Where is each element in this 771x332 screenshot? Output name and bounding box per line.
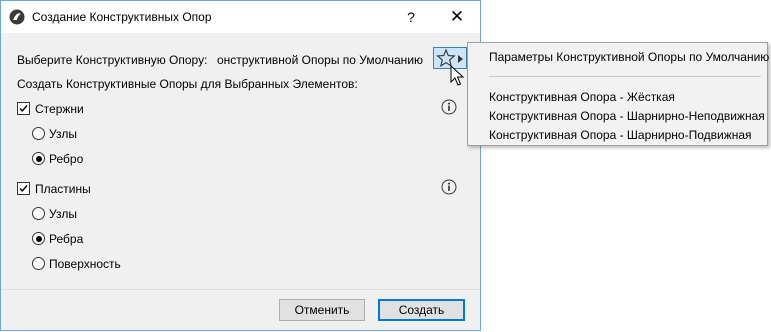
- checkmark-icon: [19, 185, 28, 193]
- support-label: Выберите Конструктивную Опору:: [17, 53, 208, 67]
- app-logo-icon: [9, 9, 25, 25]
- menu-item-pinned[interactable]: Конструктивная Опора - Шарнирно-Неподвиж…: [489, 109, 765, 123]
- plates-edges-radio[interactable]: [32, 232, 45, 245]
- window-title: Создание Конструктивных Опор: [32, 10, 212, 24]
- create-supports-dialog: Создание Конструктивных Опор ? ✕ Выберит…: [0, 0, 481, 331]
- plates-surface-label: Поверхность: [49, 257, 121, 271]
- rods-nodes-radio[interactable]: [32, 127, 45, 140]
- close-button[interactable]: ✕: [445, 6, 469, 28]
- rods-edge-label: Ребро: [49, 152, 84, 166]
- chevron-right-icon: [458, 55, 463, 63]
- info-icon[interactable]: [441, 179, 457, 195]
- create-button[interactable]: Создать: [378, 299, 465, 321]
- menu-separator: [489, 76, 761, 77]
- support-type-menu: Параметры Конструктивной Опоры по Умолча…: [467, 42, 769, 146]
- plates-label: Пластины: [35, 182, 91, 196]
- plates-nodes-radio[interactable]: [32, 207, 45, 220]
- title-bar: Создание Конструктивных Опор ? ✕: [1, 1, 480, 33]
- rods-nodes-label: Узлы: [49, 127, 77, 141]
- help-button[interactable]: ?: [401, 7, 421, 27]
- checkmark-icon: [19, 105, 28, 113]
- plates-surface-radio[interactable]: [32, 257, 45, 270]
- menu-item-roller[interactable]: Конструктивная Опора - Шарнирно-Подвижна…: [489, 128, 752, 142]
- footer-divider: [1, 289, 480, 290]
- menu-item-rigid[interactable]: Конструктивная Опора - Жёсткая: [489, 90, 675, 104]
- rods-checkbox[interactable]: [17, 102, 30, 115]
- cancel-button[interactable]: Отменить: [279, 299, 365, 321]
- info-icon[interactable]: [441, 99, 457, 115]
- menu-item-default-params[interactable]: Параметры Конструктивной Опоры по Умолча…: [489, 50, 769, 64]
- plates-edges-label: Ребра: [49, 232, 84, 246]
- plates-nodes-label: Узлы: [49, 207, 77, 221]
- rods-label: Стержни: [35, 102, 84, 116]
- rods-edge-radio[interactable]: [32, 152, 45, 165]
- support-value: онструктивной Опоры по Умолчанию: [217, 53, 424, 67]
- mouse-cursor-icon: [450, 65, 464, 86]
- create-for-label: Создать Конструктивные Опоры для Выбранн…: [17, 77, 358, 91]
- plates-checkbox[interactable]: [17, 182, 30, 195]
